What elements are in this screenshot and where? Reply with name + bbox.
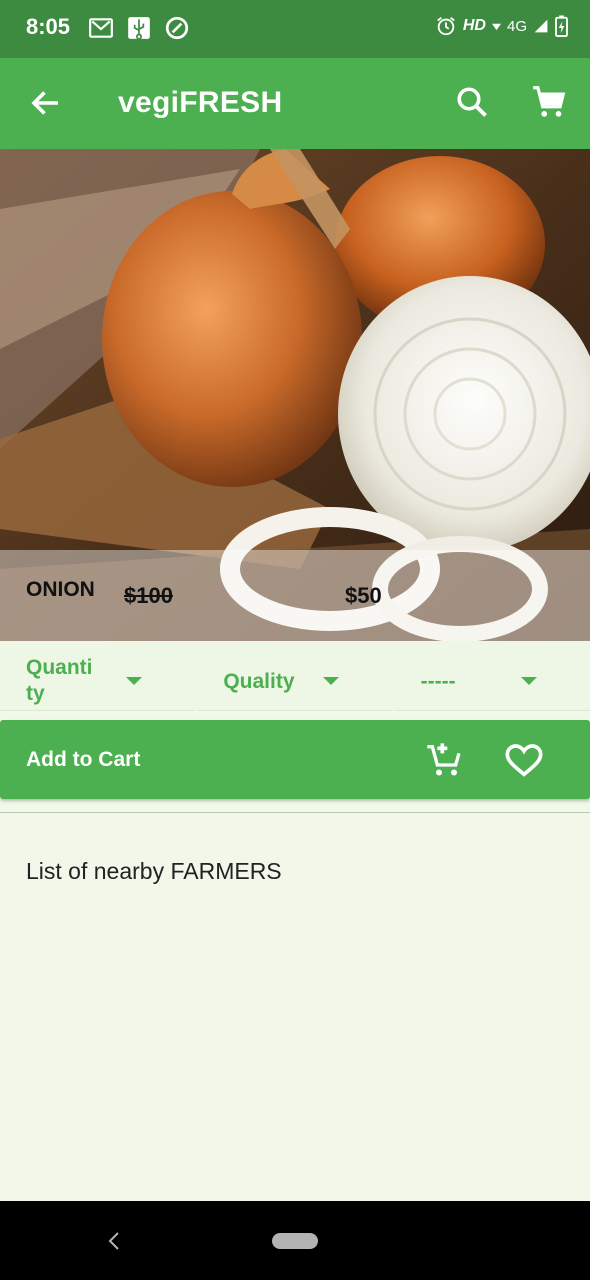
navigation-bar (0, 1201, 590, 1280)
network-label: 4G (506, 17, 527, 35)
data-saver-icon (165, 16, 189, 40)
add-to-cart-bar[interactable]: Add to Cart (0, 720, 590, 799)
quantity-label: Quanti ty (26, 656, 93, 705)
heart-outline-icon[interactable] (504, 741, 544, 781)
chevron-down-icon (323, 677, 340, 685)
third-dropdown-label: ----- (420, 670, 456, 693)
battery-charging-icon (555, 15, 568, 37)
product-image: ONION $100 $50 (0, 149, 590, 641)
price-overlay: ONION $100 $50 (0, 550, 590, 641)
new-price: $50 (345, 583, 382, 608)
app-bar: vegiFRESH (0, 58, 590, 149)
usb-icon (128, 17, 150, 40)
third-dropdown[interactable]: ----- (394, 641, 590, 711)
arrow-back-icon[interactable] (28, 85, 64, 121)
gmail-icon (89, 18, 113, 38)
quality-dropdown[interactable]: Quality (197, 641, 393, 711)
chevron-down-icon (126, 677, 142, 685)
old-price: $100 (124, 583, 173, 608)
signal-icon (534, 19, 548, 33)
app-title: vegiFRESH (118, 86, 283, 119)
nav-back-icon[interactable] (104, 1229, 124, 1253)
quantity-dropdown[interactable]: Quanti ty (0, 641, 196, 711)
add-to-cart-label: Add to Cart (26, 748, 141, 771)
wifi-icon (491, 23, 501, 30)
farmers-heading: List of nearby FARMERS (26, 858, 282, 884)
chevron-down-icon (520, 677, 537, 685)
status-bar: 8:05 HD 4G (0, 0, 590, 58)
add-shopping-cart-icon[interactable] (424, 740, 464, 780)
status-left-icons (88, 15, 190, 41)
shopping-cart-icon[interactable] (530, 83, 568, 121)
status-right-icons: HD 4G (435, 15, 568, 37)
quality-label: Quality (223, 670, 295, 693)
search-icon[interactable] (454, 84, 490, 120)
nav-home-pill[interactable] (272, 1233, 318, 1249)
status-time: 8:05 (26, 14, 71, 39)
divider (0, 812, 590, 813)
alarm-icon (437, 17, 455, 36)
product-name: ONION (26, 578, 95, 601)
options-row: Quanti ty Quality ----- (0, 641, 590, 711)
hd-label: HD (462, 17, 486, 34)
